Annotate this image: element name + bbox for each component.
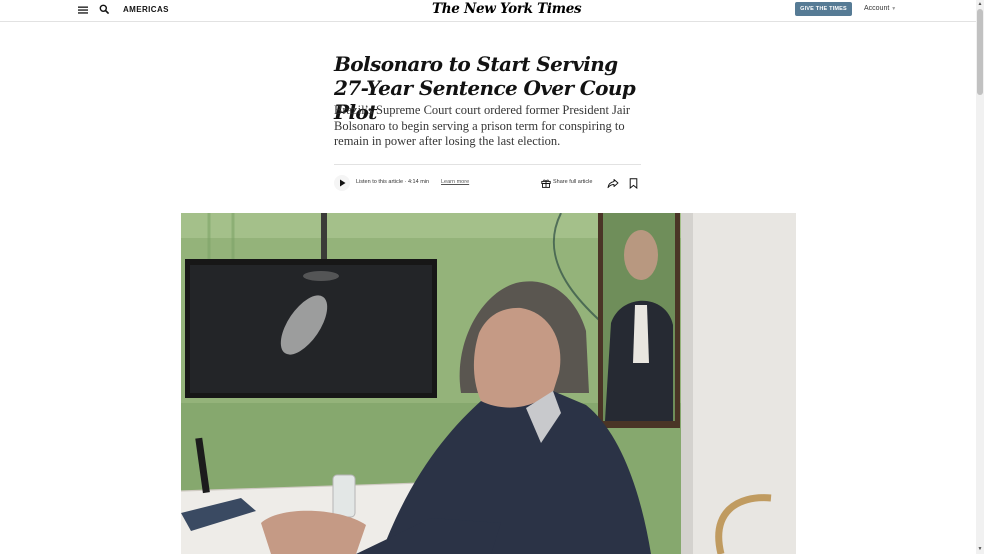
article-summary: Brazil’s Supreme Court court ordered for… bbox=[334, 103, 631, 148]
top-navigation-bar: AMERICAS The New York Times GIVE THE TIM… bbox=[0, 0, 976, 22]
listen-label: Listen to this article · 4:14 min bbox=[356, 179, 430, 185]
chevron-down-icon: ▼ bbox=[891, 6, 897, 12]
section-link-americas[interactable]: AMERICAS bbox=[123, 5, 169, 14]
bookmark-icon[interactable] bbox=[629, 178, 638, 189]
account-label: Account bbox=[864, 5, 890, 12]
gift-icon bbox=[541, 179, 551, 188]
scroll-up-arrow-icon[interactable]: ▲ bbox=[977, 1, 983, 7]
scroll-down-arrow-icon[interactable]: ▼ bbox=[977, 546, 983, 552]
share-full-article-label: Share full article bbox=[553, 179, 593, 185]
play-icon bbox=[340, 179, 346, 187]
share-full-article-button[interactable]: Share full article bbox=[538, 175, 601, 191]
article-lead-photo bbox=[181, 213, 796, 554]
nyt-logo[interactable]: The New York Times bbox=[432, 1, 582, 17]
learn-more-link[interactable]: Learn more bbox=[441, 179, 469, 185]
divider bbox=[334, 164, 641, 165]
page-scrollbar[interactable]: ▲ ▼ bbox=[976, 0, 984, 554]
share-icon[interactable] bbox=[607, 178, 619, 189]
listen-play-button[interactable] bbox=[334, 175, 350, 191]
give-the-times-button[interactable]: GIVE THE TIMES bbox=[795, 2, 852, 16]
account-button[interactable]: Account ▼ bbox=[864, 5, 896, 12]
lead-photo-illustration bbox=[181, 213, 796, 554]
scrollbar-thumb[interactable] bbox=[977, 9, 983, 95]
search-icon[interactable] bbox=[99, 4, 110, 15]
menu-icon[interactable] bbox=[78, 5, 88, 15]
